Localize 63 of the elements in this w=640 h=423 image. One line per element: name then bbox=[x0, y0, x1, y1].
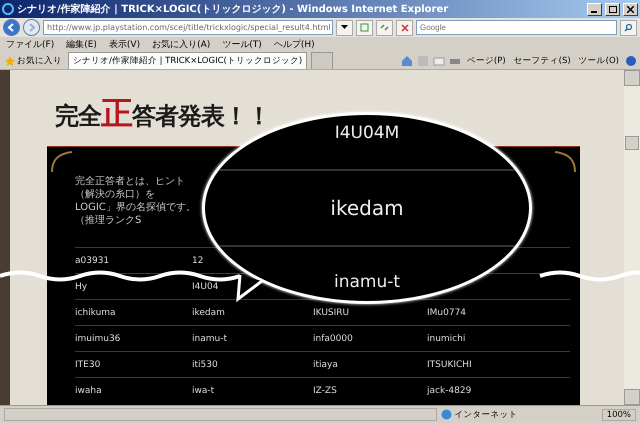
username-cell-text: ikedam bbox=[192, 308, 226, 318]
command-menu-button[interactable]: ツール(O) bbox=[576, 54, 621, 66]
username-cell-text: 12 bbox=[192, 256, 204, 266]
magnified-text: ikedam bbox=[330, 198, 404, 218]
close-icon bbox=[627, 6, 634, 12]
username-cell-text: IKUSIRU bbox=[313, 308, 350, 318]
username-cell-text: ichikuma bbox=[75, 308, 117, 318]
username-cell-text: imuimu36 bbox=[75, 334, 122, 344]
username-cell-text: iti530 bbox=[192, 360, 219, 370]
stop-icon bbox=[400, 24, 408, 32]
stop-button[interactable] bbox=[396, 20, 413, 36]
favorites-button[interactable]: お気に入り bbox=[3, 54, 64, 66]
address-field[interactable]: http://www.jp.playstation.com/scej/title/trickxlogic/special_result4.html bbox=[43, 20, 333, 35]
star-icon bbox=[5, 56, 15, 66]
page-icon bbox=[360, 23, 369, 32]
window-title: シナリオ/作家陣紹介 | TRICK×LOGIC(トリックロジック) - Windows Internet Explorer bbox=[17, 2, 450, 16]
menu-item[interactable]: ツール(T) bbox=[222, 38, 262, 51]
menu-item[interactable]: ヘルプ(H) bbox=[274, 38, 315, 51]
search-icon bbox=[624, 23, 633, 32]
search-field[interactable]: Google bbox=[416, 20, 617, 35]
username-cell-text: itiaya bbox=[313, 360, 339, 370]
maximize-button[interactable] bbox=[605, 2, 620, 16]
ornament-drawing bbox=[50, 150, 74, 174]
scrollbar-thumb[interactable] bbox=[625, 136, 639, 150]
username-cell-text: Hy bbox=[75, 282, 88, 292]
refresh-button[interactable] bbox=[376, 20, 393, 36]
zoom-button[interactable]: 100% bbox=[602, 408, 636, 420]
ornament-drawing bbox=[553, 150, 577, 174]
username-cell-text: IMu0774 bbox=[427, 308, 468, 318]
username-cell-text: iwa-t bbox=[192, 386, 216, 396]
username-cell-text: iwaha bbox=[75, 386, 103, 396]
magnified-text: I4U04M bbox=[334, 125, 400, 142]
minimize-button[interactable] bbox=[587, 2, 602, 16]
menu-item[interactable]: お気に入り(A) bbox=[152, 38, 210, 51]
browser-logo-icon bbox=[2, 3, 14, 15]
forward-button[interactable] bbox=[23, 19, 40, 36]
username-cell-text: ITE30 bbox=[75, 360, 102, 370]
close-button[interactable] bbox=[623, 2, 638, 16]
command-menu-button[interactable]: セーフティ(S) bbox=[512, 54, 573, 66]
maximize-icon bbox=[608, 6, 616, 12]
magnified-text: inamu-t bbox=[334, 274, 400, 291]
username-cell-text: inamu-t bbox=[192, 334, 228, 344]
username-cell-text: infa0000 bbox=[313, 334, 354, 344]
browser-tab[interactable]: シナリオ/作家陣紹介 | TRICK×LOGIC(トリックロジック) bbox=[68, 52, 308, 69]
menu-item[interactable]: ファイル(F) bbox=[6, 38, 54, 51]
mail-icon bbox=[432, 54, 445, 66]
address-dropdown-button[interactable] bbox=[336, 20, 353, 36]
search-button[interactable] bbox=[620, 20, 637, 36]
username-cell-text: ITSUKICHI bbox=[427, 360, 473, 370]
intro-text: 完全正答者とは、ヒント（解決の糸口）を LOGIC」界の名探偵です。（推理ランクS bbox=[75, 175, 197, 227]
username-cell-text: inumichi bbox=[427, 334, 466, 344]
username-cell-text: IZ-ZS bbox=[313, 386, 338, 396]
back-button[interactable] bbox=[3, 19, 20, 36]
home-icon bbox=[400, 54, 413, 66]
username-cell-text: a03931 bbox=[75, 256, 110, 266]
security-zone: インターネット bbox=[440, 408, 518, 420]
menu-item[interactable]: 編集(E) bbox=[66, 38, 97, 51]
username-cell-text: I4U04 bbox=[192, 282, 220, 292]
command-menu-button[interactable]: ページ(P) bbox=[464, 54, 508, 66]
caret-icon bbox=[341, 25, 348, 30]
menu-item[interactable]: 表示(V) bbox=[108, 38, 140, 51]
username-cell-text: jack-4829 bbox=[427, 386, 472, 396]
page-heading: 完全正答者発表！！ bbox=[55, 93, 270, 134]
